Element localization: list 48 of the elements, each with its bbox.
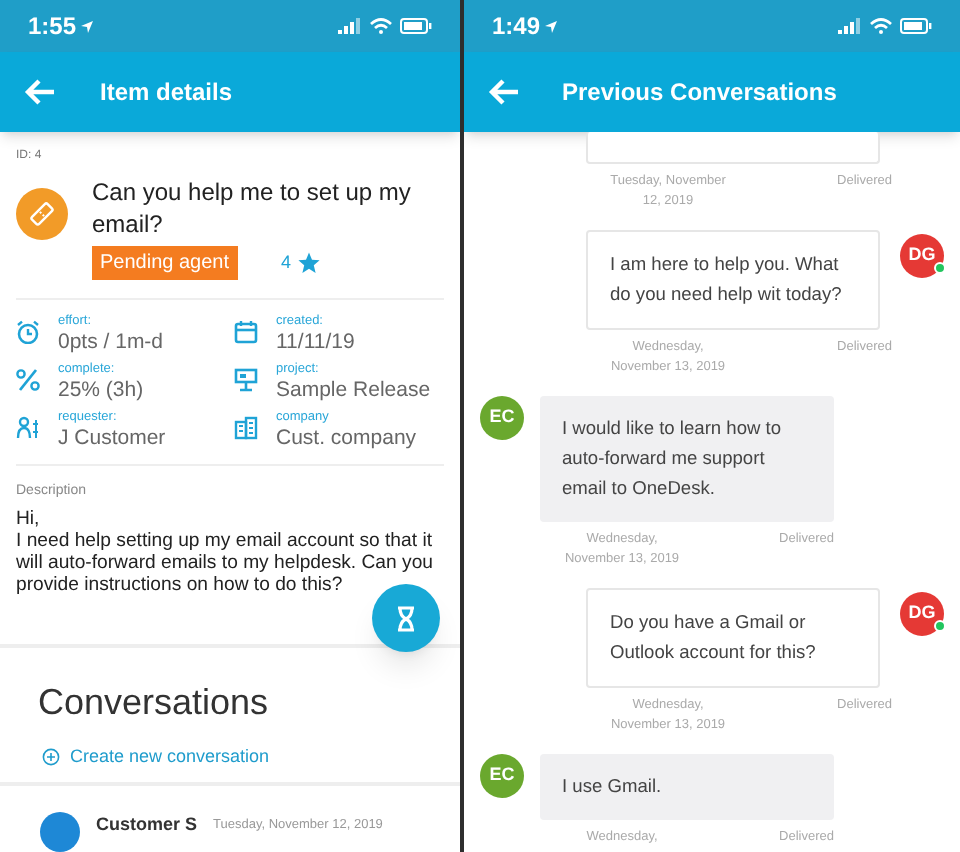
avatar: EC: [480, 396, 524, 440]
person-dollar-icon: [16, 415, 40, 440]
wifi-icon: [870, 18, 892, 34]
field-value: 0pts / 1m-d: [58, 329, 164, 354]
avatar: [40, 812, 80, 852]
message-bubble: I use Gmail.: [540, 754, 834, 820]
section-heading: Conversations: [38, 679, 271, 726]
field-value: Sample Release: [276, 377, 431, 402]
star-icon: [297, 252, 320, 274]
conversation-author: Customer S: [96, 812, 198, 838]
screen-title: Item details: [100, 76, 233, 110]
status-badge: Pending agent: [92, 246, 238, 280]
hourglass-icon: [396, 605, 416, 631]
field-value: Cust. company: [276, 425, 417, 450]
calendar-icon: [234, 319, 258, 344]
avatar: DG: [900, 234, 944, 278]
field-value: 11/11/19: [276, 329, 355, 354]
field-value: J Customer: [58, 425, 166, 450]
battery-icon: [900, 18, 932, 34]
description-text: Hi,: [16, 508, 42, 531]
item-title: Can you help me to set up my email?: [92, 176, 413, 240]
location-icon: [544, 19, 559, 33]
ticket-glyph-icon: [30, 202, 54, 226]
alarm-clock-icon: [16, 319, 40, 344]
percent-icon: [16, 367, 40, 392]
location-icon: [80, 19, 95, 33]
wifi-icon: [370, 18, 392, 34]
message-bubble: Do you have a Gmail or Outlook account for this?: [586, 588, 880, 688]
field-value: 25% (3h): [58, 377, 144, 402]
avatar: DG: [900, 592, 944, 636]
back-arrow-icon: [488, 78, 520, 106]
description-text: I need help setting up my email account so that it will auto-forward emails to my helpdesk. Can you provide instructions on how to do this?: [16, 530, 435, 597]
signal-icon: [338, 18, 362, 34]
rating-count: 4: [281, 249, 292, 276]
create-conversation-link[interactable]: Create new conversation: [42, 743, 422, 771]
presentation-board-icon: [234, 367, 258, 392]
back-arrow-icon: [24, 78, 56, 106]
status-time: 1:55: [28, 10, 77, 44]
avatar: EC: [480, 754, 524, 798]
message-bubble: I am here to help you. What do you need help wit today?: [586, 230, 880, 330]
status-time: 1:49: [492, 10, 541, 44]
message-bubble: I would like to learn how to auto-forward me support email to OneDesk.: [540, 396, 834, 522]
battery-icon: [400, 18, 432, 34]
timer-button[interactable]: [372, 584, 440, 652]
plus-circle-icon: [42, 748, 60, 767]
screen-title: Previous Conversations: [562, 76, 837, 110]
signal-icon: [838, 18, 862, 34]
building-icon: [234, 415, 258, 440]
